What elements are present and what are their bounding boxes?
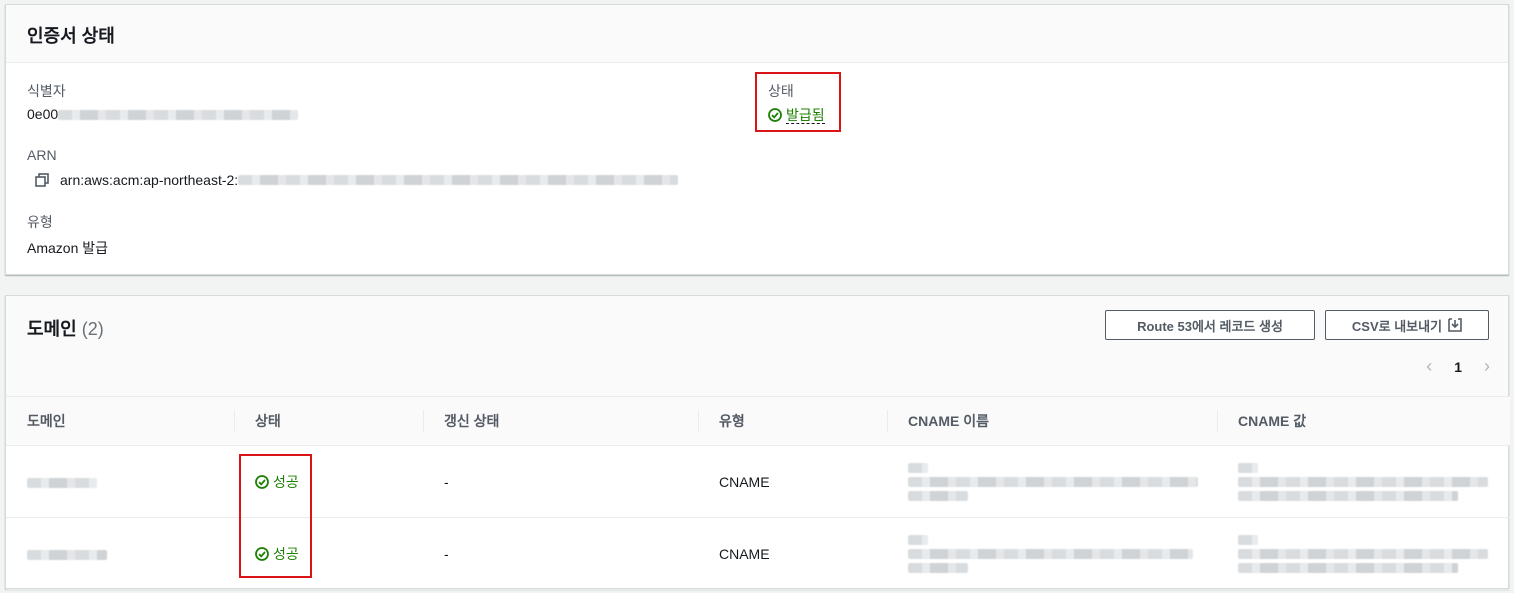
status-highlight-box [755,72,841,132]
domains-table: 도메인 상태 갱신 상태 유형 CNAME 이름 CNAME 값 성공 - CN… [6,396,1510,590]
type-label: 유형 [27,214,53,230]
column-header-cname-value[interactable]: CNAME 값 [1217,397,1510,446]
redacted-cname-value [1238,548,1488,559]
cname-value-cell [1217,518,1510,590]
domains-title-text: 도메인 [27,319,77,339]
redacted-cname-value [1238,462,1258,473]
domains-title: 도메인 (2) [27,315,104,341]
domain-cell [6,518,234,590]
redacted-cname-name [908,548,1193,559]
table-header-row: 도메인 상태 갱신 상태 유형 CNAME 이름 CNAME 값 [6,396,1510,446]
type-cell: CNAME [719,473,770,490]
redacted-cname-value [1238,476,1488,487]
redacted-domain [27,549,107,560]
arn-text: arn:aws:acm:ap-northeast-2: [60,172,239,188]
arn-label: ARN [27,147,57,163]
export-csv-button[interactable]: CSV로 내보내기 [1325,310,1489,340]
domain-cell [6,446,234,518]
domains-panel: 도메인 (2) Route 53에서 레코드 생성 CSV로 내보내기 ‹ 1 … [5,295,1510,590]
cname-name-cell [887,518,1217,590]
redacted-cname-name [908,462,928,473]
create-route53-records-button[interactable]: Route 53에서 레코드 생성 [1105,310,1315,340]
redacted-cname-name [908,476,1198,487]
renewal-status-cell: - [444,473,449,490]
create-route53-records-label: Route 53에서 레코드 생성 [1137,318,1283,334]
download-icon [1448,318,1462,332]
table-row: 성공 - CNAME [6,446,1510,518]
table-row: 성공 - CNAME [6,518,1510,590]
redacted-cname-name [908,562,968,573]
redacted-cname-value [1238,534,1258,545]
current-page[interactable]: 1 [1454,359,1462,375]
certificate-status-title: 인증서 상태 [27,26,115,46]
redacted-cname-name [908,490,968,501]
redacted-cname-value [1238,490,1458,501]
status-column-highlight-box [239,454,312,578]
pagination: ‹ 1 › [1426,356,1490,377]
renewal-status-cell: - [444,545,449,562]
redacted-arn [238,175,679,185]
identifier-value: 0e00 [27,106,299,122]
copy-icon[interactable] [34,172,50,188]
export-csv-label: CSV로 내보내기 [1351,318,1443,334]
chevron-left-icon[interactable]: ‹ [1426,356,1432,377]
domains-header: 도메인 (2) Route 53에서 레코드 생성 CSV로 내보내기 ‹ 1 … [6,296,1508,396]
redacted-cname-value [1238,562,1458,573]
column-header-type[interactable]: 유형 [698,397,887,446]
column-header-status[interactable]: 상태 [234,397,423,446]
identifier-text: 0e00 [27,106,59,122]
cname-value-cell [1217,446,1510,518]
redacted-identifier [58,110,299,121]
certificate-status-panel: 인증서 상태 식별자 0e00 ARN arn:aws:acm:ap-north… [5,4,1509,275]
identifier-label: 식별자 [27,83,66,99]
redacted-domain [27,477,97,488]
domains-count: (2) [81,319,104,339]
arn-value-row: arn:aws:acm:ap-northeast-2: [34,172,679,188]
type-value: Amazon 발급 [27,240,109,256]
column-header-cname-name[interactable]: CNAME 이름 [887,397,1217,446]
chevron-right-icon[interactable]: › [1484,356,1490,377]
column-header-renewal-status[interactable]: 갱신 상태 [423,397,698,446]
column-header-domain[interactable]: 도메인 [6,397,234,446]
cname-name-cell [887,446,1217,518]
type-cell: CNAME [719,545,770,562]
redacted-cname-name [908,534,928,545]
certificate-status-header: 인증서 상태 [6,5,1508,63]
